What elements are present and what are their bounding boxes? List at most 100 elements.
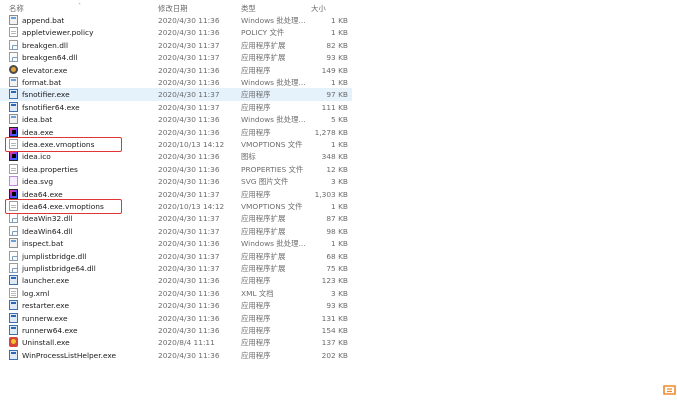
file-date: 2020/4/30 11:36 (158, 276, 220, 286)
file-name: WinProcessListHelper.exe (22, 350, 117, 360)
file-type: VMOPTIONS 文件 (241, 140, 303, 149)
doc-file-icon (9, 27, 18, 38)
file-size: 1 KB (331, 239, 348, 249)
doc-file-icon (9, 163, 18, 174)
file-date: 2020/4/30 11:36 (158, 313, 220, 323)
exe-file-icon (9, 312, 18, 323)
file-row[interactable]: fsnotifier64.exe 2020/4/30 11:37 应用程序 111 K… (0, 101, 352, 113)
file-row[interactable]: IdeaWin64.dll 2020/4/30 11:37 应用程序扩展 98 KB (0, 225, 352, 237)
highlight-box (5, 136, 122, 152)
file-row[interactable]: WinProcessListHelper.exe 2020/4/30 11:36 应… (0, 349, 352, 361)
file-size: 202 KB (321, 350, 348, 360)
file-date: 2020/4/30 11:36 (158, 326, 220, 335)
file-row[interactable]: breakgen.dll 2020/4/30 11:37 应用程序扩展 82 KB (0, 39, 352, 51)
file-size: 137 KB (321, 338, 348, 348)
file-row[interactable]: elevator.exe 2020/4/30 11:36 应用程序 149 KB (0, 64, 352, 76)
file-type: 应用程序 (241, 189, 271, 199)
file-name: idea.exe (22, 127, 54, 137)
column-type[interactable]: 类型 (241, 3, 256, 14)
file-row[interactable]: Uninstall.exe 2020/8/4 11:11 应用程序 137 KB (0, 336, 352, 348)
highlight-box (5, 198, 122, 214)
file-row[interactable]: jumplistbridge64.dll 2020/4/30 11:37 应用程序扩… (0, 262, 352, 274)
elev-file-icon (9, 64, 18, 74)
file-date: 2020/4/30 11:37 (158, 102, 220, 112)
file-name: idea.properties (22, 164, 78, 174)
exe-file-icon (9, 325, 18, 335)
file-type: 应用程序 (241, 65, 271, 75)
file-row[interactable]: idea.properties 2020/4/30 11:36 PROPERTIES… (0, 163, 352, 175)
file-size: 1,303 KB (314, 189, 348, 199)
file-row[interactable]: append.bat 2020/4/30 11:36 Windows 批处理... 1… (0, 14, 352, 26)
file-size: 75 KB (326, 264, 348, 273)
file-row[interactable]: jumplistbridge.dll 2020/4/30 11:37 应用程序扩展 6… (0, 250, 352, 262)
file-size: 98 KB (326, 226, 348, 236)
file-date: 2020/4/30 11:36 (158, 239, 220, 249)
svg-file-icon (9, 176, 18, 187)
idea-file-icon (9, 126, 18, 137)
file-date: 2020/10/13 14:12 (158, 140, 225, 149)
file-name: appletviewer.policy (22, 28, 94, 38)
file-row[interactable]: launcher.exe 2020/4/30 11:36 应用程序 123 KB (0, 274, 352, 286)
file-type: 应用程序 (241, 102, 271, 112)
file-row[interactable]: format.bat 2020/4/30 11:36 Windows 批处理... 1… (0, 76, 352, 88)
file-name: elevator.exe (22, 65, 68, 75)
file-row[interactable]: idea.svg 2020/4/30 11:36 SVG 图片文件 3 KB (0, 175, 352, 187)
file-name: log.xml (22, 288, 50, 298)
file-size: 82 KB (326, 40, 348, 50)
file-date: 2020/4/30 11:36 (158, 65, 220, 75)
idea-file-icon (9, 151, 18, 162)
file-row[interactable]: IdeaWin32.dll 2020/4/30 11:37 应用程序扩展 87 KB (0, 212, 352, 224)
file-type: 应用程序 (241, 326, 271, 335)
file-type: POLICY 文件 (241, 28, 285, 38)
file-type: 应用程序 (241, 350, 271, 360)
file-size: 93 KB (326, 53, 348, 63)
file-type: 应用程序扩展 (241, 264, 286, 273)
file-size: 5 KB (331, 115, 348, 125)
file-type: VMOPTIONS 文件 (241, 202, 303, 211)
file-name: launcher.exe (22, 276, 70, 286)
file-type: Windows 批处理... (241, 16, 306, 25)
dll-file-icon (9, 52, 18, 63)
file-row[interactable]: idea.ico 2020/4/30 11:36 图标 348 KB (0, 150, 352, 162)
file-date: 2020/4/30 11:36 (158, 16, 220, 25)
column-size[interactable]: 大小 (311, 3, 326, 14)
file-row[interactable]: log.xml 2020/4/30 11:36 XML 文档 3 KB (0, 287, 352, 299)
file-type: 应用程序扩展 (241, 53, 286, 63)
file-name: idea.svg (22, 177, 54, 187)
file-name: fsnotifier64.exe (22, 102, 80, 112)
file-size: 1 KB (331, 202, 348, 211)
bat-file-icon (9, 238, 18, 249)
file-row[interactable]: inspect.bat 2020/4/30 11:36 Windows 批处理...… (0, 237, 352, 249)
file-name: Uninstall.exe (22, 338, 70, 348)
file-row[interactable]: appletviewer.policy 2020/4/30 11:36 POLICY… (0, 26, 352, 38)
file-name: jumplistbridge64.dll (22, 264, 96, 273)
file-row[interactable]: runnerw64.exe 2020/4/30 11:36 应用程序 154 KB (0, 324, 352, 336)
file-row[interactable]: fsnotifier.exe 2020/4/30 11:37 应用程序 97 KB (0, 88, 352, 101)
file-type: Windows 批处理... (241, 78, 306, 87)
file-type: 应用程序 (241, 313, 271, 323)
file-name: IdeaWin64.dll (22, 226, 73, 236)
file-size: 1 KB (331, 140, 348, 149)
uninst-file-icon (9, 337, 18, 348)
file-row[interactable]: breakgen64.dll 2020/4/30 11:37 应用程序扩展 93 KB (0, 51, 352, 63)
column-name[interactable]: 名称 (9, 3, 24, 14)
file-row[interactable]: idea.bat 2020/4/30 11:36 Windows 批处理... 5 K… (0, 113, 352, 125)
column-date[interactable]: 修改日期 (158, 3, 188, 14)
file-size: 149 KB (321, 65, 348, 75)
file-size: 12 KB (326, 164, 348, 174)
file-date: 2020/4/30 11:36 (158, 164, 220, 174)
file-row[interactable]: restarter.exe 2020/4/30 11:36 应用程序 93 KB (0, 299, 352, 311)
dll-file-icon (9, 225, 18, 236)
file-date: 2020/4/30 11:36 (158, 177, 220, 187)
file-name: idea.ico (22, 152, 51, 162)
file-date: 2020/4/30 11:36 (158, 28, 220, 38)
file-row[interactable]: runnerw.exe 2020/4/30 11:36 应用程序 131 KB (0, 312, 352, 324)
file-size: 97 KB (326, 90, 348, 100)
file-date: 2020/4/30 11:36 (158, 127, 220, 137)
file-type: Windows 批处理... (241, 115, 306, 125)
file-date: 2020/4/30 11:36 (158, 78, 220, 87)
file-size: 3 KB (331, 288, 348, 298)
file-type: 应用程序扩展 (241, 251, 286, 261)
file-size: 68 KB (326, 251, 348, 261)
file-name: breakgen.dll (22, 40, 68, 50)
